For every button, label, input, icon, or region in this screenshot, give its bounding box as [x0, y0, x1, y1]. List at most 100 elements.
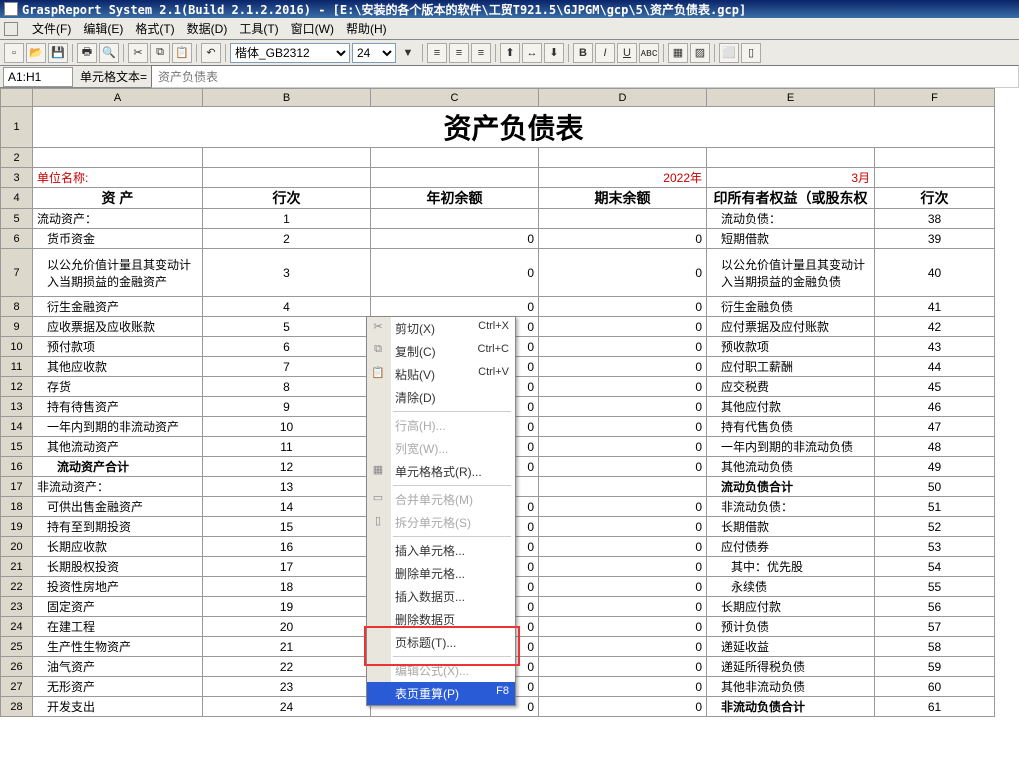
bold-icon[interactable]: B: [573, 43, 593, 63]
new-icon[interactable]: ▫: [4, 43, 24, 63]
row-header[interactable]: 15: [1, 437, 33, 457]
cell[interactable]: 流动资产合计: [33, 457, 203, 477]
cell[interactable]: 0: [539, 617, 707, 637]
cell[interactable]: 其中：优先股: [707, 557, 875, 577]
cell[interactable]: 49: [875, 457, 995, 477]
cell[interactable]: 16: [203, 537, 371, 557]
cell[interactable]: 3月: [707, 168, 875, 188]
cell[interactable]: 44: [875, 357, 995, 377]
cell[interactable]: 其他流动资产: [33, 437, 203, 457]
cell[interactable]: 57: [875, 617, 995, 637]
sheet-area[interactable]: ABCDEF 1资产负债表23单位名称:2022年3月4资 产行次年初余额期末余…: [0, 88, 1019, 760]
row-header[interactable]: 3: [1, 168, 33, 188]
cell[interactable]: 0: [539, 317, 707, 337]
cell[interactable]: 17: [203, 557, 371, 577]
cell[interactable]: 7: [203, 357, 371, 377]
row-header[interactable]: 1: [1, 107, 33, 148]
row-header[interactable]: 23: [1, 597, 33, 617]
cell[interactable]: 38: [875, 209, 995, 229]
col-header[interactable]: C: [371, 89, 539, 107]
cell[interactable]: 0: [539, 377, 707, 397]
cell[interactable]: 0: [539, 437, 707, 457]
row-header[interactable]: 5: [1, 209, 33, 229]
row-header[interactable]: 11: [1, 357, 33, 377]
cell[interactable]: 0: [539, 229, 707, 249]
cell[interactable]: 应交税费: [707, 377, 875, 397]
cell[interactable]: 0: [539, 637, 707, 657]
cell[interactable]: 短期借款: [707, 229, 875, 249]
cell[interactable]: 0: [539, 657, 707, 677]
undo-icon[interactable]: ↶: [201, 43, 221, 63]
row-header[interactable]: 26: [1, 657, 33, 677]
cell[interactable]: 长期股权投资: [33, 557, 203, 577]
cell[interactable]: 0: [539, 497, 707, 517]
cell[interactable]: 5: [203, 317, 371, 337]
row-header[interactable]: 4: [1, 188, 33, 209]
cell-reference[interactable]: A1:H1: [3, 67, 73, 87]
context-menu-item[interactable]: 删除单元格...: [367, 562, 515, 585]
cell[interactable]: 45: [875, 377, 995, 397]
border-icon[interactable]: ▦: [668, 43, 688, 63]
size-up-icon[interactable]: ▼: [398, 43, 418, 63]
size-select[interactable]: 24: [352, 43, 396, 63]
cell[interactable]: 3: [203, 249, 371, 297]
cell[interactable]: 54: [875, 557, 995, 577]
cell[interactable]: 其他流动负债: [707, 457, 875, 477]
row-header[interactable]: 25: [1, 637, 33, 657]
cell[interactable]: 50: [875, 477, 995, 497]
cell[interactable]: 56: [875, 597, 995, 617]
cell[interactable]: 18: [203, 577, 371, 597]
cell[interactable]: 非流动负债：: [707, 497, 875, 517]
cell[interactable]: 0: [539, 677, 707, 697]
cell[interactable]: 其他非流动负债: [707, 677, 875, 697]
font-select[interactable]: 楷体_GB2312: [230, 43, 350, 63]
paste-icon[interactable]: 📋: [172, 43, 192, 63]
cell[interactable]: [875, 168, 995, 188]
align-left-icon[interactable]: ≡: [427, 43, 447, 63]
cell[interactable]: 长期借款: [707, 517, 875, 537]
cell[interactable]: 0: [539, 557, 707, 577]
cell[interactable]: 4: [203, 297, 371, 317]
preview-icon[interactable]: 🔍: [99, 43, 119, 63]
cell[interactable]: [203, 148, 371, 168]
save-icon[interactable]: 💾: [48, 43, 68, 63]
row-header[interactable]: 22: [1, 577, 33, 597]
row-header[interactable]: 7: [1, 249, 33, 297]
row-header[interactable]: 19: [1, 517, 33, 537]
cell[interactable]: 0: [539, 577, 707, 597]
cell[interactable]: 15: [203, 517, 371, 537]
cell[interactable]: 0: [539, 457, 707, 477]
cell-content[interactable]: 资产负债表: [151, 65, 1019, 88]
context-menu-item[interactable]: ⧉复制(C)Ctrl+C: [367, 340, 515, 363]
cell[interactable]: 8: [203, 377, 371, 397]
row-header[interactable]: 17: [1, 477, 33, 497]
cell[interactable]: 应收票据及应收账款: [33, 317, 203, 337]
cell[interactable]: [707, 148, 875, 168]
cell[interactable]: 51: [875, 497, 995, 517]
col-header[interactable]: B: [203, 89, 371, 107]
cell[interactable]: 存货: [33, 377, 203, 397]
cell[interactable]: [539, 477, 707, 497]
cell[interactable]: 长期应收款: [33, 537, 203, 557]
cell[interactable]: 59: [875, 657, 995, 677]
context-menu-item[interactable]: 清除(D): [367, 386, 515, 409]
cell[interactable]: 衍生金融资产: [33, 297, 203, 317]
cell[interactable]: 油气资产: [33, 657, 203, 677]
cell[interactable]: 资产负债表: [33, 107, 995, 148]
context-menu-item[interactable]: 表页重算(P)F8: [367, 682, 515, 705]
cell[interactable]: 0: [539, 297, 707, 317]
cell[interactable]: 47: [875, 417, 995, 437]
context-menu-item[interactable]: 页标题(T)...: [367, 631, 515, 654]
cell[interactable]: 持有代售负债: [707, 417, 875, 437]
italic-icon[interactable]: I: [595, 43, 615, 63]
align-right-icon[interactable]: ≡: [471, 43, 491, 63]
context-menu-item[interactable]: 📋粘贴(V)Ctrl+V: [367, 363, 515, 386]
cell[interactable]: 0: [539, 597, 707, 617]
context-menu-item[interactable]: ▦单元格格式(R)...: [367, 460, 515, 483]
cell[interactable]: 行次: [203, 188, 371, 209]
cell[interactable]: 在建工程: [33, 617, 203, 637]
cell[interactable]: 42: [875, 317, 995, 337]
cell[interactable]: 39: [875, 229, 995, 249]
cell[interactable]: 21: [203, 637, 371, 657]
cell[interactable]: 预计负债: [707, 617, 875, 637]
